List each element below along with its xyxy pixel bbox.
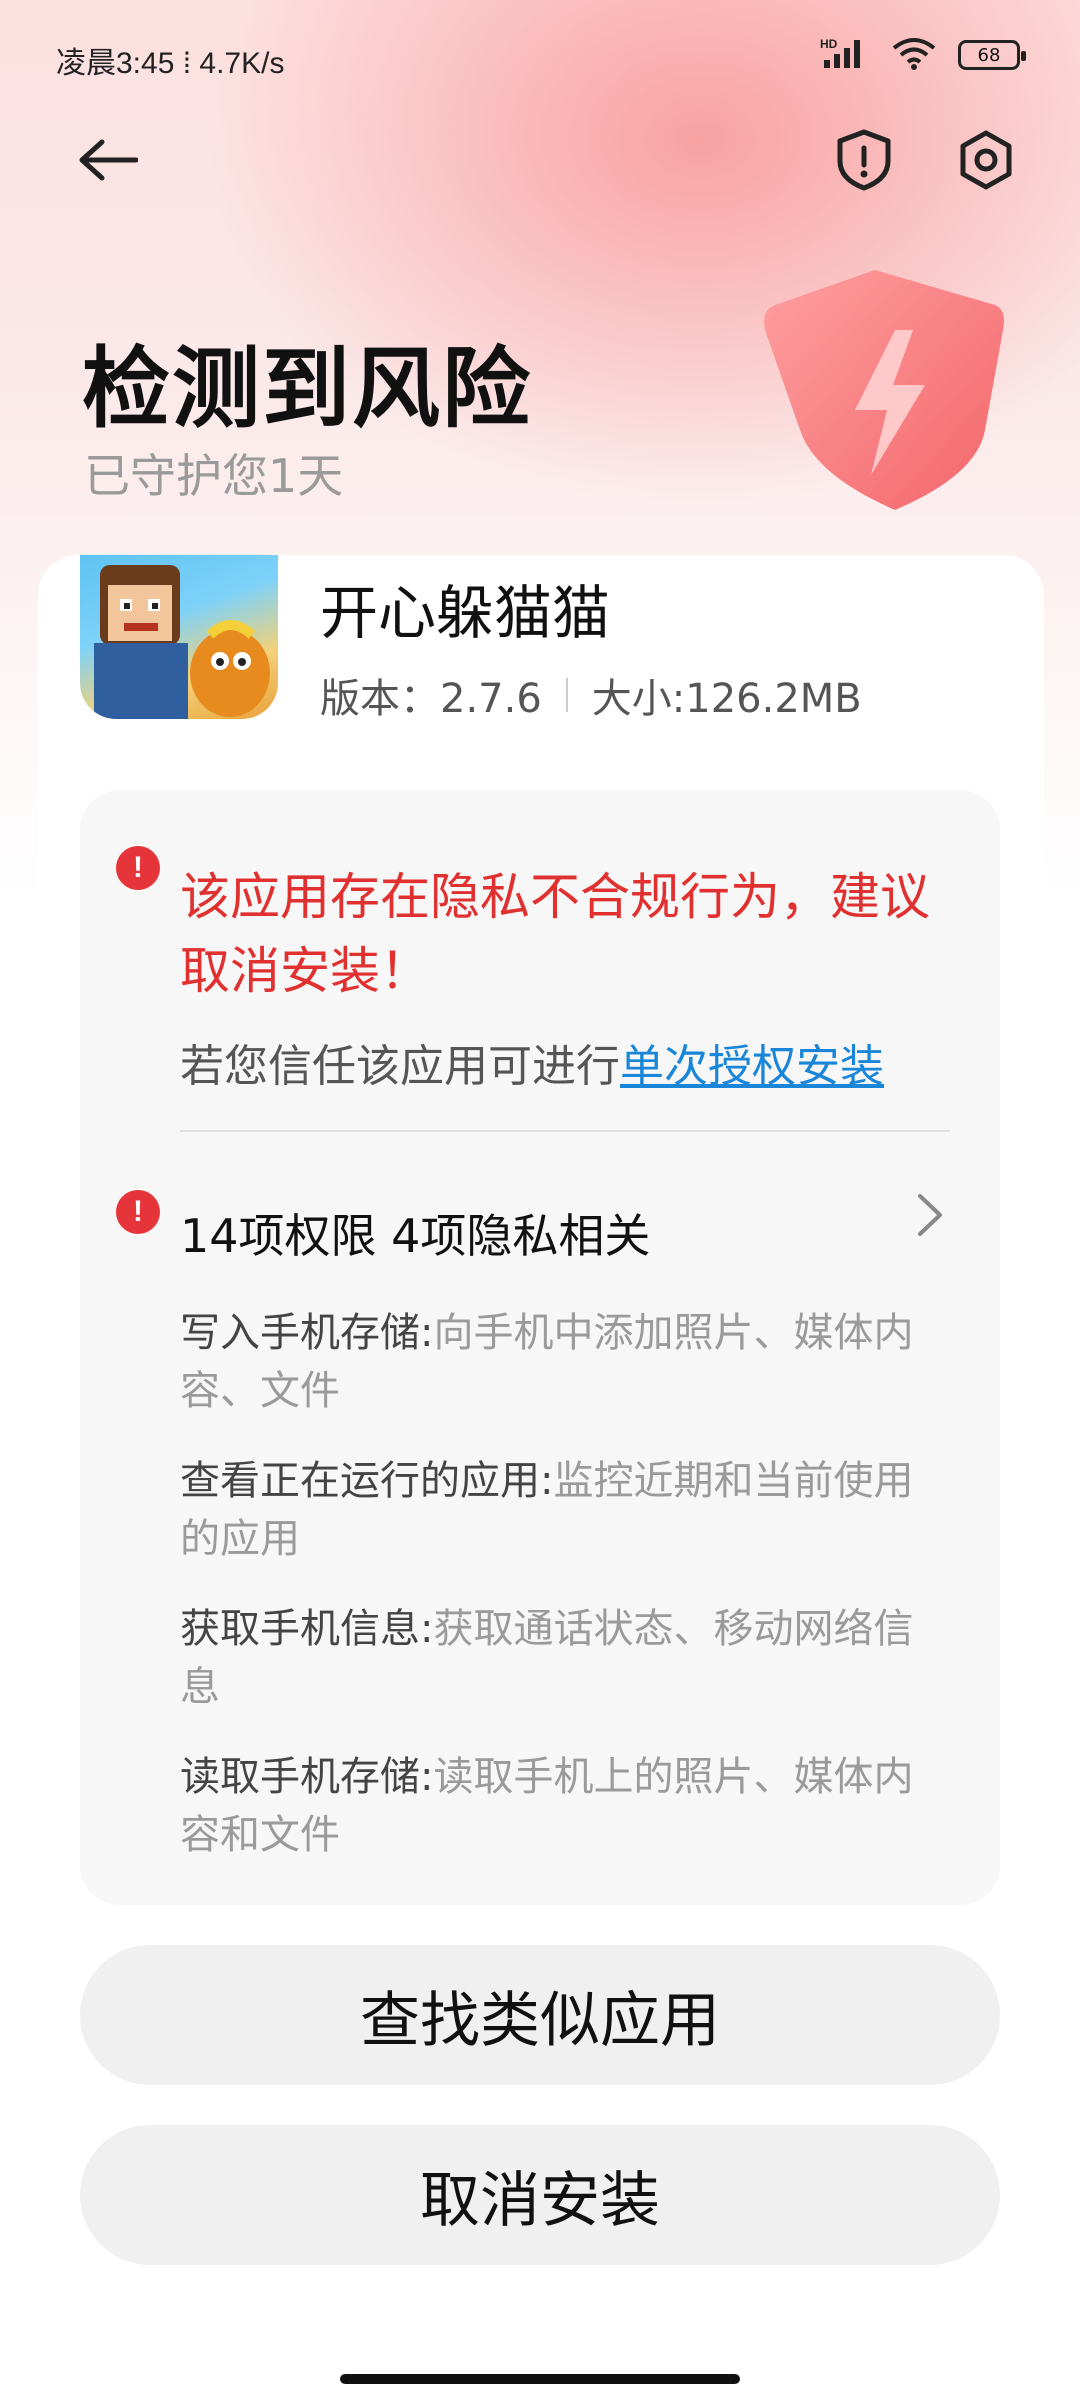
app-size: 大小:126.2MB: [591, 676, 862, 722]
back-arrow-icon: [79, 139, 138, 181]
page-title: 检测到风险: [82, 337, 533, 440]
status-time: 凌晨3:45 ⁞ 4.7K/s: [56, 47, 285, 80]
permission-name: 读取手机存储:: [180, 1754, 434, 1800]
gear-icon: [960, 130, 1012, 190]
settings-button[interactable]: [954, 128, 1018, 192]
permission-item: 获取手机信息:获取通话状态、移动网络信息: [180, 1600, 950, 1716]
battery-indicator: 68: [958, 40, 1026, 70]
permission-summary[interactable]: 14项权限 4项隐私相关: [180, 1200, 650, 1266]
permission-name: 查看正在运行的应用:: [180, 1458, 554, 1504]
permission-item: 查看正在运行的应用:监控近期和当前使用的应用: [180, 1452, 950, 1568]
cancel-install-button[interactable]: 取消安装: [80, 2125, 1000, 2265]
trust-hint: 若您信任该应用可进行单次授权安装: [180, 1030, 884, 1094]
trust-hint-text: 若您信任该应用可进行: [180, 1041, 620, 1092]
hd-label: HD: [820, 37, 838, 51]
app-name: 开心躲猫猫: [320, 579, 611, 647]
permission-item: 写入手机存储:向手机中添加照片、媒体内容、文件: [180, 1304, 950, 1420]
find-similar-apps-button[interactable]: 查找类似应用: [80, 1945, 1000, 2085]
signal-icon: HD: [820, 36, 870, 74]
app-version: 版本：2.7.6: [320, 676, 542, 722]
home-indicator[interactable]: [340, 2374, 740, 2384]
protected-days-text: 已守护您1天: [84, 449, 344, 503]
section-divider: [180, 1130, 950, 1132]
status-icons: HD 68: [820, 36, 1026, 74]
chevron-right-icon[interactable]: [910, 1190, 950, 1240]
hero-shield-icon: [745, 260, 1025, 520]
app-meta: 版本：2.7.6 大小:126.2MB: [320, 666, 862, 724]
permission-item: 读取手机存储:读取手机上的照片、媒体内容和文件: [180, 1748, 950, 1864]
warning-icon: !: [116, 846, 160, 890]
permission-name: 写入手机存储:: [180, 1310, 434, 1356]
shield-alert-icon: [837, 129, 891, 191]
app-icon: [80, 555, 278, 719]
wifi-icon: [892, 36, 936, 74]
single-authorize-install-link[interactable]: 单次授权安装: [620, 1041, 884, 1092]
security-shield-button[interactable]: [832, 128, 896, 192]
permission-name: 获取手机信息:: [180, 1606, 434, 1652]
permission-warning-icon: !: [116, 1190, 160, 1234]
back-button[interactable]: [76, 128, 140, 192]
status-bar: 凌晨3:45 ⁞ 4.7K/s HD 68: [0, 0, 1080, 110]
meta-divider: [565, 678, 568, 712]
risk-warning-message: 该应用存在隐私不合规行为，建议取消安装！: [180, 868, 930, 1000]
